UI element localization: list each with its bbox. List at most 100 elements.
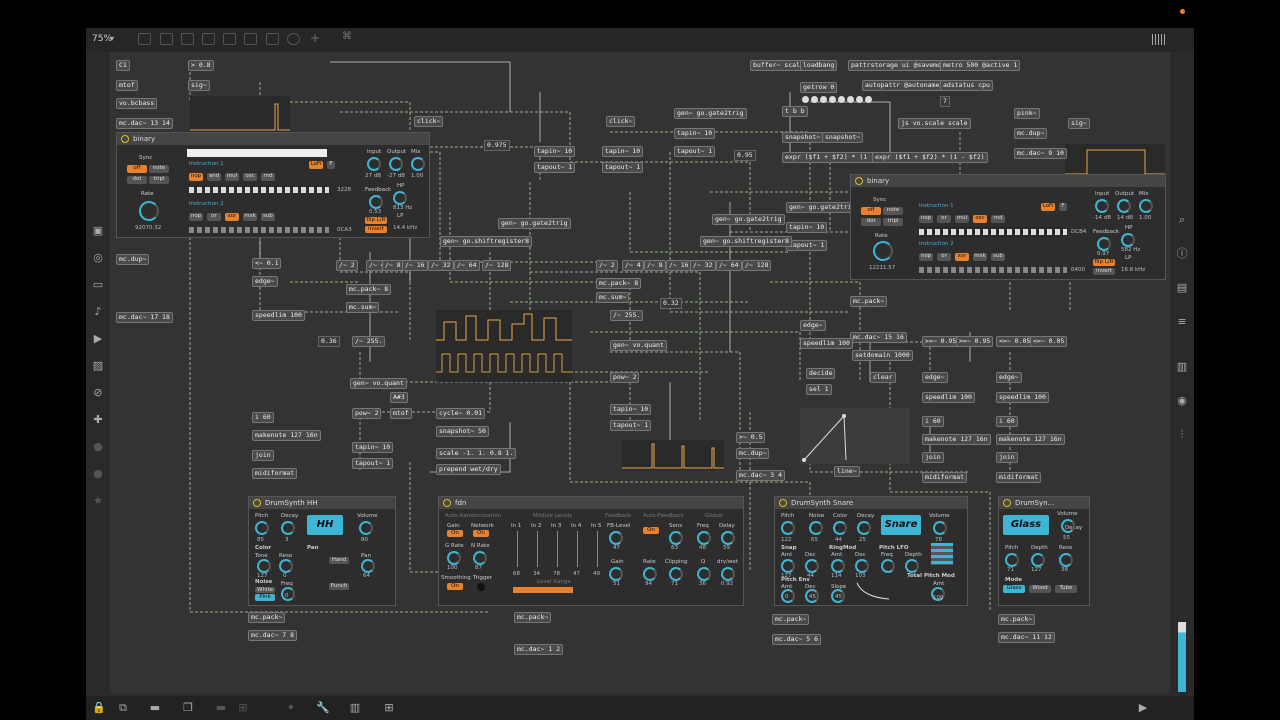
- object-box[interactable]: /~ 16: [402, 260, 428, 271]
- invert-button[interactable]: invert: [365, 226, 387, 233]
- object-box[interactable]: /~ 64: [454, 260, 480, 271]
- object-box[interactable]: snapshot~: [822, 132, 864, 143]
- wand-icon[interactable]: ✦: [284, 701, 298, 715]
- op-button[interactable]: or: [937, 215, 951, 223]
- search-icon[interactable]: ⌕: [1175, 213, 1189, 227]
- level-fader[interactable]: [577, 531, 578, 567]
- object-box[interactable]: click~: [606, 116, 636, 127]
- fb-level-knob[interactable]: [609, 531, 623, 545]
- level-fader[interactable]: [537, 531, 538, 567]
- object-box[interactable]: mc.dac~ 9 10: [1014, 148, 1067, 159]
- object-box[interactable]: gen~ vo.quant: [610, 340, 667, 351]
- number-box[interactable]: 0.36: [318, 336, 340, 347]
- object-box[interactable]: midiformat: [922, 472, 968, 483]
- level-fader[interactable]: [557, 531, 558, 567]
- edit-icon[interactable]: ⧉: [116, 701, 130, 715]
- object-box[interactable]: tapout~ 1: [786, 240, 828, 251]
- drumsynth-hh-device[interactable]: DrumSynth HH Pitch Decay Volume 85 3 80 …: [248, 496, 396, 606]
- op-button[interactable]: osc: [243, 173, 257, 181]
- object-box[interactable]: mc.pack~ 8: [596, 278, 642, 289]
- object-box[interactable]: js vo.scale scale: [898, 118, 971, 129]
- input-knob[interactable]: [367, 157, 381, 171]
- lfo-freq-knob[interactable]: [881, 559, 895, 573]
- number-box[interactable]: 0.32: [660, 298, 682, 309]
- pitch-knob[interactable]: [1005, 553, 1019, 567]
- close-box-icon[interactable]: [202, 33, 215, 45]
- noise-knob[interactable]: [809, 521, 823, 535]
- op-button[interactable]: mul: [225, 173, 239, 181]
- object-box[interactable]: edge~: [922, 372, 948, 383]
- volume-knob[interactable]: [1061, 519, 1075, 533]
- op-button[interactable]: sub: [261, 213, 275, 221]
- f-button[interactable]: F: [1059, 203, 1067, 211]
- op-button[interactable]: sub: [991, 253, 1005, 261]
- punch-button[interactable]: Punch: [329, 583, 349, 590]
- smoothing-on-button[interactable]: On: [447, 583, 463, 590]
- object-box[interactable]: i 60: [922, 416, 944, 427]
- op-button[interactable]: rnd: [991, 215, 1005, 223]
- object-box[interactable]: /~ 8: [382, 260, 404, 271]
- object-box[interactable]: tapin~ 10: [602, 146, 644, 157]
- message-box[interactable]: setdomain 1000: [852, 350, 913, 361]
- auto-feedback-on-button[interactable]: On: [643, 527, 659, 534]
- volume-knob[interactable]: [933, 521, 947, 535]
- list-icon[interactable]: ≡: [1175, 315, 1189, 329]
- object-box[interactable]: sig~: [1068, 118, 1090, 129]
- object-box[interactable]: mc.dup~: [116, 254, 150, 265]
- lofi-button[interactable]: LoFi: [1041, 203, 1055, 211]
- object-box[interactable]: /~ 128: [742, 260, 772, 271]
- object-box[interactable]: tapout~ 1: [610, 420, 652, 431]
- op-button[interactable]: osc: [973, 215, 987, 223]
- distribute-icon[interactable]: [266, 33, 279, 45]
- power-icon[interactable]: [779, 499, 787, 507]
- object-box[interactable]: /~ 32: [690, 260, 716, 271]
- op-button[interactable]: xor: [225, 213, 239, 221]
- object-box[interactable]: >~ 0.5: [736, 432, 766, 443]
- object-box[interactable]: i 60: [996, 416, 1018, 427]
- object-box[interactable]: gen~ go.shiftregister8: [700, 236, 793, 247]
- op-button[interactable]: rnd: [261, 173, 275, 181]
- object-box[interactable]: mc.dac~ 5 6: [772, 634, 822, 645]
- book-icon[interactable]: ▤: [1175, 281, 1189, 295]
- object-box[interactable]: tapout~ 1: [352, 458, 394, 469]
- bit-display-1[interactable]: [189, 187, 329, 193]
- object-box[interactable]: click~: [414, 116, 444, 127]
- object-box[interactable]: /~ 128: [482, 260, 512, 271]
- align-icon[interactable]: [244, 33, 257, 45]
- message-box[interactable]: clear: [870, 372, 896, 383]
- object-box[interactable]: tapout~ 1: [534, 162, 576, 173]
- object-box[interactable]: tapin~ 10: [674, 128, 716, 139]
- power-icon[interactable]: [253, 499, 261, 507]
- level-fader[interactable]: [517, 531, 518, 567]
- fdn-device[interactable]: fdn Auto-Randomization Gain Network On O…: [438, 496, 744, 606]
- object-box[interactable]: tapin~ 10: [786, 222, 828, 233]
- object-box[interactable]: mc.pack~: [850, 296, 888, 307]
- sync-off-button[interactable]: off: [861, 207, 881, 215]
- number-box[interactable]: 7: [940, 96, 950, 107]
- binary-device-2[interactable]: binary Sync off note dot tripl Rate 1221…: [850, 174, 1166, 280]
- object-box[interactable]: /~ 255.: [610, 310, 644, 321]
- chevron-down-icon[interactable]: ▾: [110, 34, 114, 43]
- grid-icon[interactable]: ⊞: [236, 701, 250, 715]
- object-box[interactable]: mc.pack~: [248, 612, 286, 623]
- object-box[interactable]: decide: [806, 368, 836, 379]
- sync-off-button[interactable]: off: [127, 165, 147, 173]
- op-button[interactable]: nop: [189, 173, 203, 181]
- grid-icon[interactable]: [181, 33, 194, 45]
- number-box[interactable]: 0.975: [484, 140, 510, 151]
- object-box[interactable]: mc.pack~: [772, 614, 810, 625]
- object-box[interactable]: metro 500 @active 1: [940, 60, 1021, 71]
- tone-knob[interactable]: [257, 559, 271, 573]
- function-graph[interactable]: [800, 408, 910, 464]
- q-knob[interactable]: [697, 567, 711, 581]
- binary-device-1[interactable]: binary Sync off note dot tripl Rate 9207…: [116, 132, 430, 238]
- object-box[interactable]: >=~ 0.95: [956, 336, 994, 347]
- wrench-icon[interactable]: 🔧: [316, 701, 330, 715]
- info-icon[interactable]: ⓘ: [1175, 247, 1189, 261]
- hp-knob[interactable]: [1121, 233, 1135, 247]
- mixer-icon[interactable]: ⫶: [1175, 428, 1189, 442]
- object-box[interactable]: > 0.8: [188, 60, 214, 71]
- object-box[interactable]: mc.dac~ 13 14: [116, 118, 173, 129]
- object-box[interactable]: getrow 0: [800, 82, 838, 93]
- message-box[interactable]: C1: [116, 60, 130, 71]
